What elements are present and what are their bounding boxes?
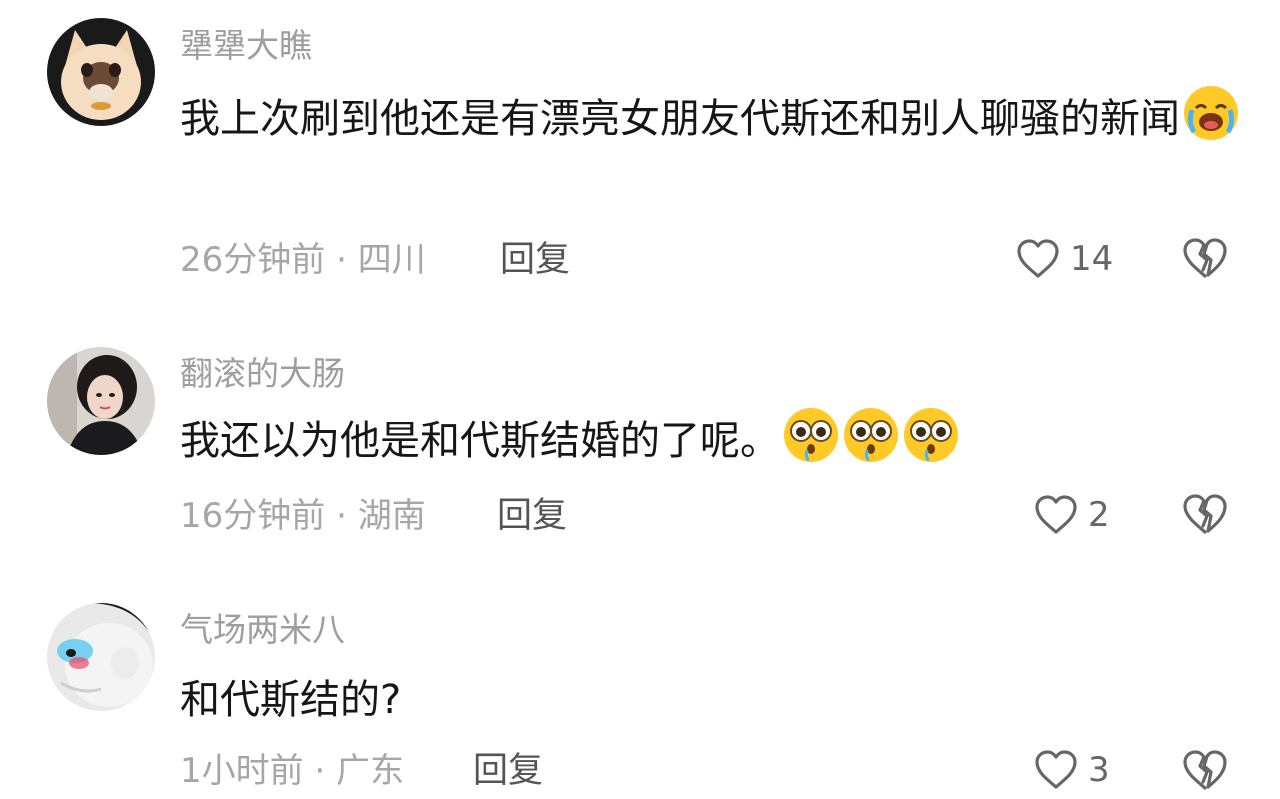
meta-separator: ·: [336, 240, 347, 280]
comment-meta: 16分钟前 · 湖南: [180, 494, 426, 538]
broken-heart-icon: [1183, 238, 1227, 278]
heart-outline-icon: [1035, 495, 1077, 534]
username[interactable]: 犟犟大瞧: [180, 26, 312, 66]
avatar[interactable]: [47, 603, 155, 711]
comment-text-content: 我还以为他是和代斯结婚的了呢。: [180, 418, 780, 464]
meta-separator: ·: [336, 496, 347, 536]
dislike-button[interactable]: [1180, 489, 1230, 539]
comment-text: 我上次刷到他还是有漂亮女朋友代斯还和别人聊骚的新闻: [180, 84, 1240, 154]
like-count: 2: [1088, 495, 1110, 535]
comment-text: 和代斯结的?: [180, 665, 1240, 735]
heart-outline-icon: [1017, 239, 1059, 278]
avatar[interactable]: [47, 18, 155, 126]
woman-avatar-image: [47, 347, 155, 455]
comment-time: 16分钟前: [180, 496, 326, 536]
dislike-button[interactable]: [1180, 233, 1230, 283]
pleading-emoji-icon: [842, 406, 900, 464]
like-button[interactable]: 14: [1014, 234, 1113, 284]
like-count: 14: [1070, 239, 1114, 279]
reply-button[interactable]: 回复: [497, 494, 567, 538]
like-button[interactable]: 3: [1032, 745, 1110, 795]
cat-avatar-image: [47, 18, 155, 126]
reply-button[interactable]: 回复: [473, 749, 543, 793]
dislike-button[interactable]: [1180, 745, 1230, 795]
heart-outline-icon: [1035, 750, 1077, 789]
comment-time: 1小时前: [180, 751, 304, 791]
comment-text: 我还以为他是和代斯结婚的了呢。: [180, 406, 1240, 476]
username[interactable]: 翻滚的大肠: [180, 354, 345, 394]
comment-meta: 1小时前 · 广东: [180, 749, 404, 793]
comment-time: 26分钟前: [180, 240, 326, 280]
comment-meta: 26分钟前 · 四川: [180, 238, 426, 282]
reply-button[interactable]: 回复: [500, 238, 570, 282]
avatar[interactable]: [47, 347, 155, 455]
comment-text-content: 和代斯结的?: [180, 677, 402, 723]
like-count: 3: [1088, 750, 1110, 790]
pleading-emoji-icon: [902, 406, 960, 464]
username[interactable]: 气场两米八: [180, 610, 345, 650]
meta-separator: ·: [314, 751, 326, 791]
pleading-emoji-icon: [782, 406, 840, 464]
broken-heart-icon: [1183, 750, 1227, 790]
comment-location: 广东: [336, 751, 405, 791]
loudly-crying-emoji-icon: [1182, 84, 1240, 142]
comment-location: 四川: [357, 240, 426, 280]
comment-location: 湖南: [357, 496, 426, 536]
broken-heart-icon: [1183, 494, 1227, 534]
like-button[interactable]: 2: [1032, 490, 1110, 540]
cat-avatar-image: [47, 603, 155, 711]
comment-text-content: 我上次刷到他还是有漂亮女朋友代斯还和别人聊骚的新闻: [180, 96, 1180, 142]
